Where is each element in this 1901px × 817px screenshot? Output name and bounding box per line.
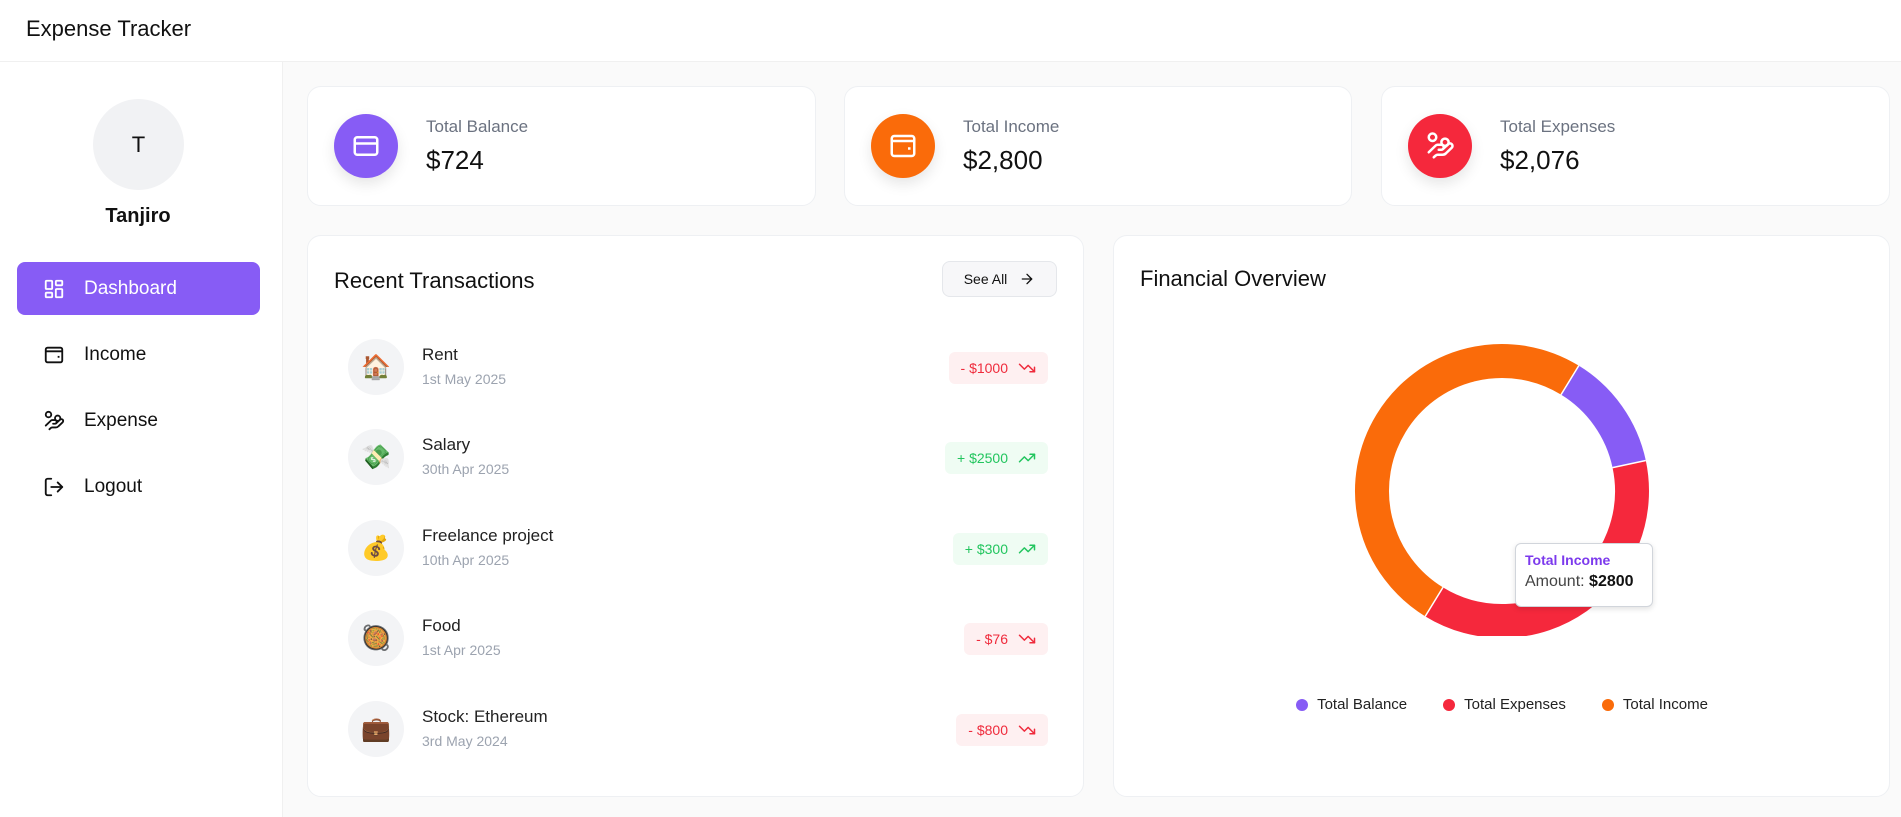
transaction-amount-badge: - $76 — [964, 623, 1048, 655]
chart-tooltip: Total Income Amount: $2800 — [1515, 543, 1653, 607]
wallet-icon — [871, 114, 935, 178]
avatar: T — [93, 99, 184, 190]
trending-up-icon — [1018, 544, 1036, 554]
logout-icon — [43, 476, 65, 498]
see-all-label: See All — [963, 271, 1008, 287]
transaction-row[interactable]: 💸 Salary 30th Apr 2025 + $2500 — [348, 429, 1048, 487]
wallet-icon — [43, 344, 65, 366]
transaction-row[interactable]: 💰 Freelance project 10th Apr 2025 + $300 — [348, 520, 1048, 578]
food-pan-icon: 🥘 — [348, 610, 404, 666]
transaction-date: 10th Apr 2025 — [422, 552, 510, 568]
sidebar-item-income[interactable]: Income — [17, 328, 260, 381]
trending-up-icon — [1018, 453, 1036, 463]
legend-dot — [1601, 698, 1614, 711]
transaction-amount-badge: - $1000 — [948, 352, 1048, 384]
sidebar-item-label: Income — [84, 343, 147, 365]
legend-label: Total Expenses — [1464, 696, 1566, 713]
sidebar-nav: Dashboard Income Expense Logout — [17, 262, 260, 526]
money-bag-icon: 💰 — [348, 520, 404, 576]
sidebar: T Tanjiro Dashboard Income Expense Logou… — [0, 62, 283, 817]
legend-dot — [1443, 698, 1456, 711]
sidebar-item-label: Logout — [84, 475, 143, 497]
stat-label: Total Expenses — [1500, 117, 1616, 136]
transaction-title: Salary — [422, 435, 471, 454]
financial-overview-card: Financial Overview Total Income Amount: … — [1113, 235, 1890, 797]
transaction-amount-badge: + $300 — [952, 533, 1048, 565]
total-expenses-card: Total Expenses $2,076 — [1381, 86, 1890, 206]
sidebar-item-label: Dashboard — [84, 277, 177, 299]
sidebar-item-dashboard[interactable]: Dashboard — [17, 262, 260, 315]
transaction-date: 1st Apr 2025 — [422, 642, 501, 658]
transaction-amount: - $1000 — [960, 360, 1008, 376]
tooltip-line: Amount: $2800 — [1525, 573, 1643, 591]
transaction-amount: - $76 — [976, 631, 1008, 647]
stat-value: $724 — [426, 145, 484, 175]
chart-legend: Total Balance Total Expenses Total Incom… — [1114, 696, 1890, 713]
hand-coins-icon — [1408, 114, 1472, 178]
transaction-amount: - $800 — [968, 722, 1008, 738]
legend-label: Total Balance — [1317, 696, 1408, 713]
tooltip-title: Total Income — [1525, 552, 1611, 568]
app-title: Expense Tracker — [26, 16, 192, 41]
sidebar-item-label: Expense — [84, 409, 158, 431]
trending-down-icon — [1018, 363, 1036, 373]
trending-down-icon — [1018, 725, 1036, 735]
legend-dot — [1296, 698, 1309, 711]
transaction-date: 30th Apr 2025 — [422, 461, 510, 477]
transaction-amount-badge: - $800 — [956, 714, 1048, 746]
donut-slice-total-balance[interactable] — [1560, 365, 1646, 469]
transaction-row[interactable]: 💼 Stock: Ethereum 3rd May 2024 - $800 — [348, 701, 1048, 759]
briefcase-icon: 💼 — [348, 701, 404, 757]
house-icon: 🏠 — [348, 339, 404, 395]
stat-value: $2,076 — [1500, 145, 1580, 175]
top-bar: Expense Tracker — [0, 0, 1901, 62]
transaction-title: Stock: Ethereum — [422, 707, 548, 726]
stat-label: Total Balance — [426, 117, 529, 136]
legend-label: Total Income — [1622, 696, 1708, 713]
tooltip-value: $2800 — [1589, 573, 1634, 590]
user-name: Tanjiro — [105, 205, 171, 227]
sidebar-item-expense[interactable]: Expense — [17, 394, 260, 447]
total-income-card: Total Income $2,800 — [844, 86, 1352, 206]
trending-down-icon — [1018, 634, 1036, 644]
hand-coins-icon — [43, 410, 65, 432]
transaction-title: Food — [422, 616, 461, 635]
tooltip-label: Amount: — [1525, 573, 1585, 590]
legend-item-total-expenses[interactable]: Total Expenses — [1443, 696, 1566, 713]
money-wings-icon: 💸 — [348, 429, 404, 485]
credit-card-icon — [334, 114, 398, 178]
stat-value: $2,800 — [963, 145, 1043, 175]
recent-transactions-card: Recent Transactions See All 🏠 Rent 1st M… — [307, 235, 1084, 797]
transaction-date: 3rd May 2024 — [422, 733, 508, 749]
transaction-amount: + $300 — [964, 541, 1008, 557]
transaction-amount-badge: + $2500 — [945, 442, 1048, 474]
sidebar-item-logout[interactable]: Logout — [17, 460, 260, 513]
recent-transactions-title: Recent Transactions — [334, 268, 535, 293]
transaction-date: 1st May 2025 — [422, 371, 507, 387]
transaction-amount: + $2500 — [957, 450, 1008, 466]
legend-item-total-income[interactable]: Total Income — [1601, 696, 1708, 713]
avatar-initial: T — [131, 131, 146, 157]
transaction-title: Rent — [422, 345, 458, 364]
see-all-button[interactable]: See All — [942, 261, 1057, 297]
donut-chart — [1355, 344, 1649, 636]
total-balance-card: Total Balance $724 — [307, 86, 816, 206]
legend-item-total-balance[interactable]: Total Balance — [1296, 696, 1407, 713]
arrow-right-icon — [1021, 273, 1033, 285]
transaction-row[interactable]: 🥘 Food 1st Apr 2025 - $76 — [348, 610, 1048, 668]
dashboard-icon — [43, 278, 65, 300]
stat-label: Total Income — [963, 117, 1060, 136]
transaction-title: Freelance project — [422, 526, 554, 545]
transaction-row[interactable]: 🏠 Rent 1st May 2025 - $1000 — [348, 339, 1048, 397]
